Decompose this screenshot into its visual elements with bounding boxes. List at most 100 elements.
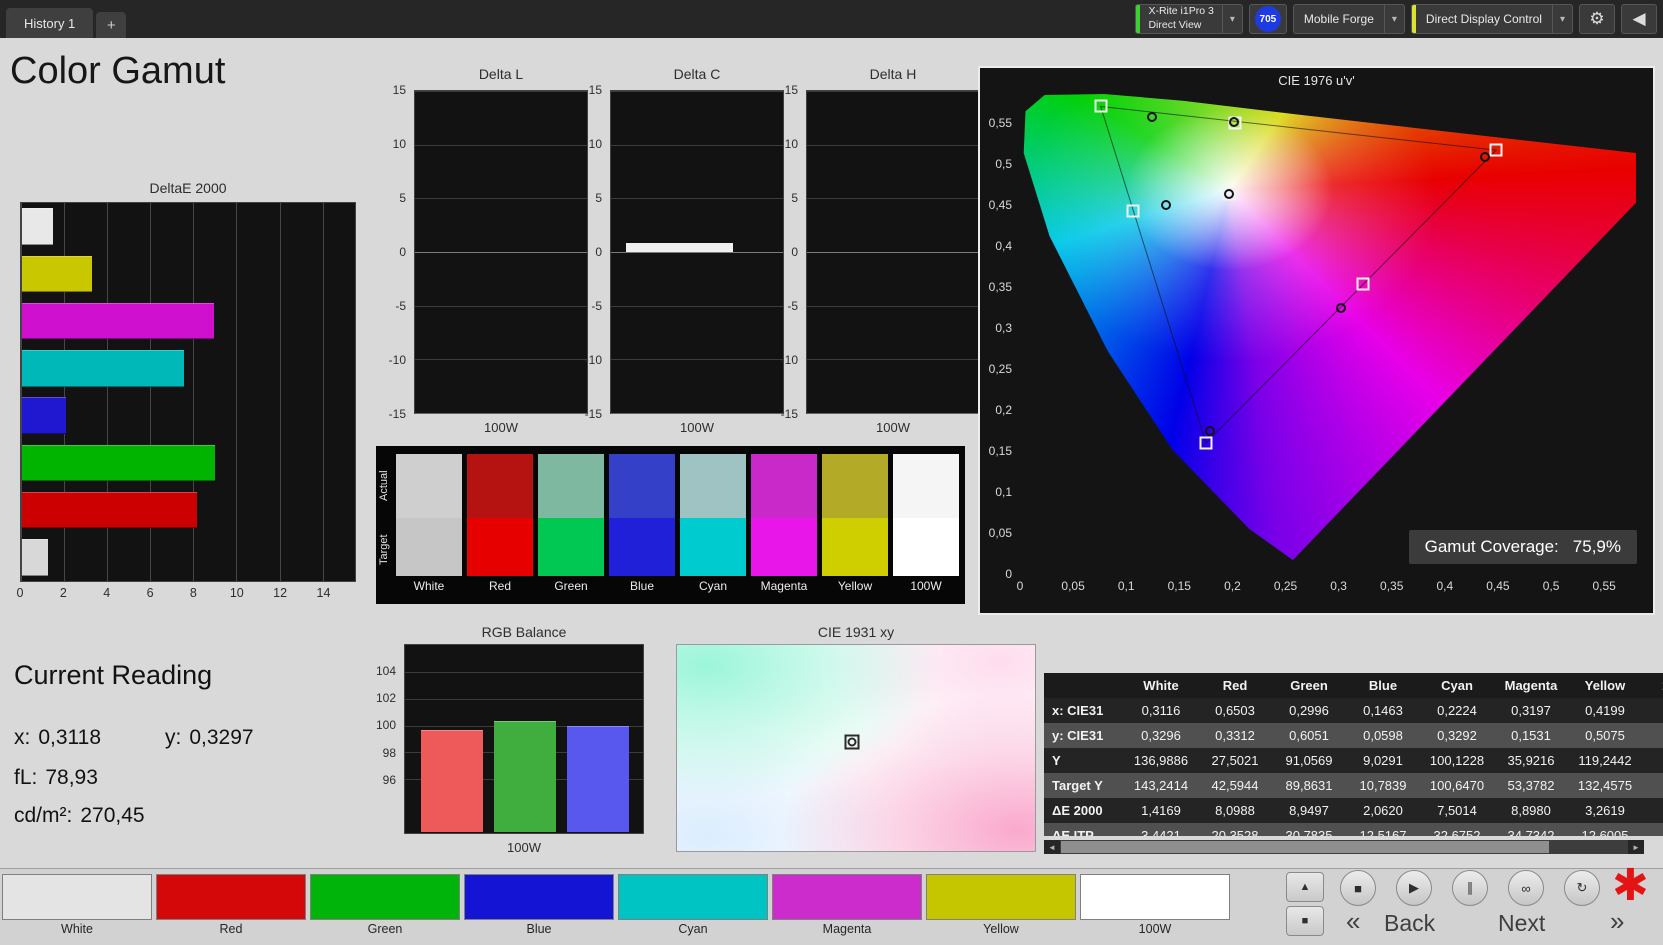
- display-control-label: Direct Display Control: [1416, 12, 1552, 26]
- axis-x-label: 100W: [806, 420, 980, 435]
- reading-x-value: 0,3118: [38, 726, 101, 750]
- swatch-actual-color: [822, 454, 888, 518]
- gridline: [611, 306, 783, 307]
- stop-button[interactable]: ■: [1340, 870, 1376, 906]
- back-button[interactable]: Back: [1384, 910, 1435, 937]
- pattern-swatch-blue[interactable]: Blue: [464, 874, 614, 936]
- gridline: [611, 413, 783, 414]
- swatch-color: [772, 874, 922, 920]
- swatch-cyan: Cyan: [680, 454, 746, 594]
- swatch-100w: 100W: [893, 454, 959, 594]
- table-cell: 7,5014: [1420, 803, 1494, 818]
- deltae-bar-white: [22, 208, 53, 245]
- swatch-yellow: Yellow: [822, 454, 888, 594]
- settings-button[interactable]: ⚙: [1579, 4, 1615, 34]
- axis-tick-label: 0,45: [1486, 579, 1509, 593]
- axis-x-label: 100W: [414, 420, 588, 435]
- play-button[interactable]: ▶: [1396, 870, 1432, 906]
- pattern-swatch-green[interactable]: Green: [310, 874, 460, 936]
- table-cell: 53,3782: [1494, 778, 1568, 793]
- table-cell: 91,0569: [1272, 753, 1346, 768]
- scroll-left-button[interactable]: ◄: [1044, 840, 1060, 854]
- cie1976-y-axis: 0,550,50,450,40,350,30,250,20,150,10,050: [982, 94, 1016, 574]
- table-row-label: ΔE ITP: [1044, 828, 1124, 836]
- swatch-magenta: Magenta: [751, 454, 817, 594]
- pause-button[interactable]: ∥: [1452, 870, 1488, 906]
- swatch-label: Red: [467, 576, 533, 594]
- table-cell: 0,6051: [1272, 728, 1346, 743]
- gridline: [807, 145, 979, 146]
- axis-tick-label: 102: [376, 691, 396, 705]
- gamut-triangle: [1020, 94, 1636, 574]
- axis-tick-label: 14: [317, 586, 331, 600]
- swatch-red: Red: [467, 454, 533, 594]
- gridline: [807, 413, 979, 414]
- table-cell: 0,6503: [1198, 703, 1272, 718]
- add-tab-button[interactable]: +: [96, 12, 126, 38]
- swatch-label: 100W: [893, 576, 959, 594]
- meter-dropdown[interactable]: X-Rite i1Pro 3 Direct View ▾: [1135, 4, 1242, 34]
- table-cell: 10,7839: [1346, 778, 1420, 793]
- axis-tick-label: 98: [383, 746, 396, 760]
- pattern-swatch-yellow[interactable]: Yellow: [926, 874, 1076, 936]
- table-horizontal-scrollbar[interactable]: ◄ ►: [1044, 840, 1644, 854]
- axis-tick-label: 0: [17, 586, 24, 600]
- reading-lum-value: 270,45: [80, 804, 144, 828]
- table-cell: 3,4421: [1124, 828, 1198, 836]
- chart-title: Delta C: [610, 66, 784, 82]
- gridline: [415, 252, 587, 253]
- axis-tick-label: 10: [393, 137, 406, 151]
- display-control-dropdown[interactable]: Direct Display Control ▾: [1411, 4, 1573, 34]
- pattern-swatch-cyan[interactable]: Cyan: [618, 874, 768, 936]
- gamut-coverage-label: Gamut Coverage:: [1425, 537, 1559, 557]
- table-cell: 0,3292: [1420, 728, 1494, 743]
- meter-status-badge-button[interactable]: 705: [1249, 4, 1287, 34]
- continuous-read-button[interactable]: ∞: [1508, 870, 1544, 906]
- swatch-color: [1080, 874, 1230, 920]
- table-cell: 20,3528: [1198, 828, 1272, 836]
- scroll-right-button[interactable]: ►: [1628, 840, 1644, 854]
- pattern-source-dropdown[interactable]: Mobile Forge ▾: [1293, 4, 1405, 34]
- pattern-swatch-red[interactable]: Red: [156, 874, 306, 936]
- next-chevron-button[interactable]: »: [1610, 906, 1624, 937]
- eject-button[interactable]: ▲: [1286, 872, 1324, 902]
- collapse-panel-button[interactable]: ◀: [1621, 4, 1657, 34]
- table-cell: 0,3: [1642, 728, 1663, 743]
- pattern-swatch-magenta[interactable]: Magenta: [772, 874, 922, 936]
- reading-fl-value: 78,93: [45, 766, 98, 790]
- table-cell: 35,9216: [1494, 753, 1568, 768]
- gridline: [415, 413, 587, 414]
- axis-tick-label: 4: [103, 586, 110, 600]
- cie1976-title: CIE 1976 u'v': [980, 73, 1653, 88]
- delta-h-chart: [806, 90, 980, 414]
- table-cell: 0,3197: [1494, 703, 1568, 718]
- swatch-actual-color: [467, 454, 533, 518]
- axis-tick-label: -5: [395, 299, 406, 313]
- axis-tick-label: 0,1: [1118, 579, 1135, 593]
- tab-history-1[interactable]: History 1: [6, 8, 93, 38]
- gridline: [807, 359, 979, 360]
- stop-pattern-button[interactable]: ■: [1286, 906, 1324, 936]
- pattern-swatch-100w[interactable]: 100W: [1080, 874, 1230, 936]
- table-row: Target Y143,241442,594489,863110,7839100…: [1044, 773, 1663, 798]
- scrollbar-track[interactable]: [1060, 840, 1628, 854]
- axis-tick-label: 104: [376, 664, 396, 678]
- swatch-label: Blue: [464, 922, 614, 936]
- next-button[interactable]: Next: [1498, 910, 1545, 937]
- scrollbar-thumb[interactable]: [1061, 841, 1549, 853]
- swatch-label: Red: [156, 922, 306, 936]
- table-cell: 0,3: [1642, 703, 1663, 718]
- cie-target-green: [1094, 100, 1107, 113]
- tab-label: History 1: [24, 16, 75, 31]
- back-chevron-button[interactable]: «: [1346, 906, 1360, 937]
- pattern-swatch-white[interactable]: White: [2, 874, 152, 936]
- chevron-down-icon: ▾: [1384, 5, 1404, 33]
- axis-tick-label: 0,25: [989, 362, 1012, 376]
- axis-tick-label: 100: [376, 718, 396, 732]
- refresh-button[interactable]: ↻: [1564, 870, 1600, 906]
- rgb-bar-blue: [567, 726, 629, 832]
- deltae-bar-100w: [22, 539, 48, 576]
- axis-tick-label: 0,2: [995, 403, 1012, 417]
- cie-target-red: [1490, 144, 1503, 157]
- axis-tick-label: 0: [595, 245, 602, 259]
